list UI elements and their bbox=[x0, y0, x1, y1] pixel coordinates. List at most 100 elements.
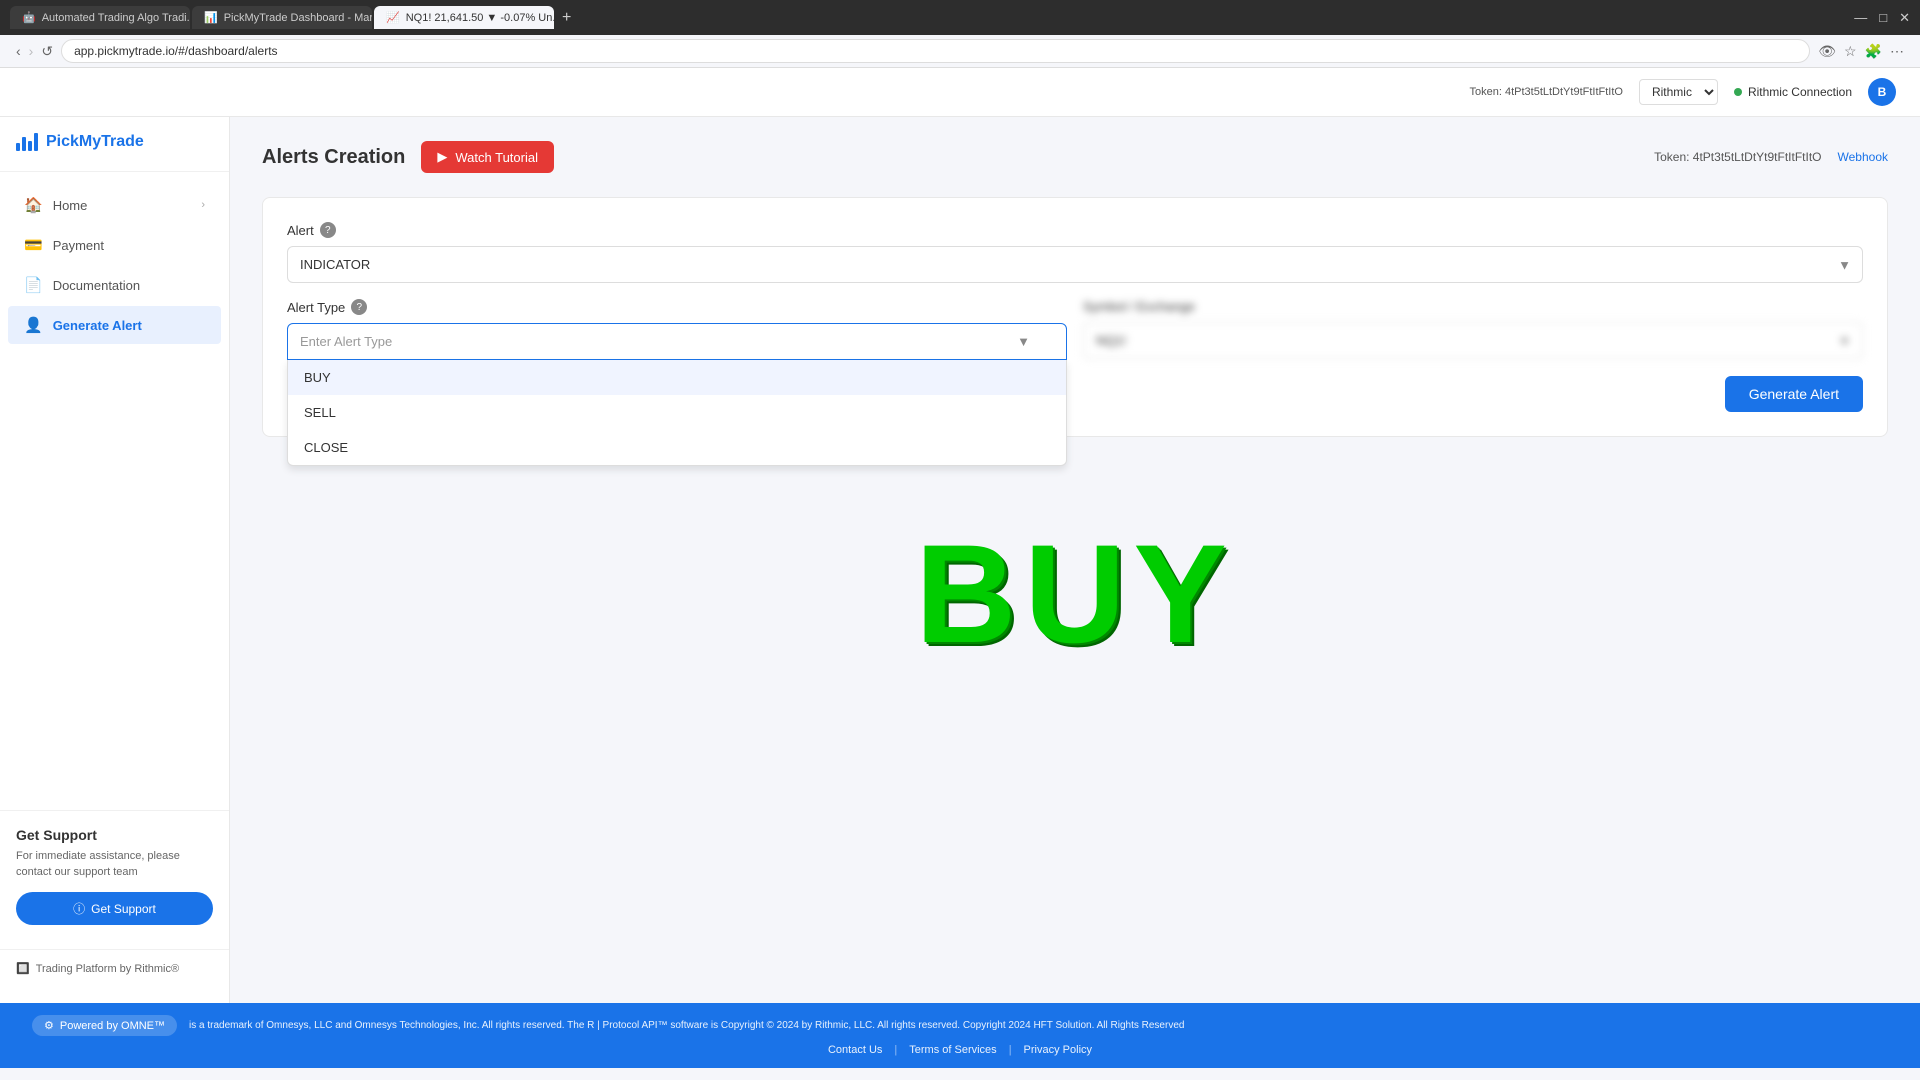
webhook-link[interactable]: Webhook bbox=[1838, 150, 1888, 164]
dropdown-item-close[interactable]: CLOSE bbox=[288, 430, 1066, 465]
user-avatar[interactable]: B bbox=[1868, 78, 1896, 106]
logo-bar-3 bbox=[28, 141, 32, 151]
alert-type-label: Alert Type ? bbox=[287, 299, 1067, 315]
omne-icon: ⚙ bbox=[44, 1019, 54, 1032]
broker-selector[interactable]: Rithmic bbox=[1639, 79, 1718, 105]
watch-tutorial-button[interactable]: ▶ Watch Tutorial bbox=[421, 141, 554, 173]
logo-bar-1 bbox=[16, 143, 20, 151]
alert-type-input[interactable]: Enter Alert Type ▼ bbox=[287, 323, 1067, 360]
connection-dot bbox=[1734, 88, 1742, 96]
dropdown-item-sell[interactable]: SELL bbox=[288, 395, 1066, 430]
page-header: Alerts Creation ▶ Watch Tutorial Token: … bbox=[262, 141, 1888, 173]
browser-action-icons: 👁 ☆ 🧩 ⋯ bbox=[1818, 43, 1904, 60]
sidebar-nav: 🏠 Home › 💳 Payment 📄 Documentation 👤 Gen… bbox=[0, 172, 229, 810]
form-grid: Alert Type ? Enter Alert Type ▼ BUY bbox=[287, 299, 1863, 360]
sidebar-item-documentation[interactable]: 📄 Documentation bbox=[8, 266, 221, 304]
broker-dropdown[interactable]: Rithmic bbox=[1639, 79, 1718, 105]
alert-label-text: Alert bbox=[287, 223, 314, 238]
separator-2: | bbox=[1009, 1044, 1012, 1056]
extensions-icon[interactable]: 🧩 bbox=[1865, 43, 1882, 60]
tab-1-label: Automated Trading Algo Tradi... bbox=[42, 12, 190, 24]
logo-icon bbox=[16, 133, 38, 151]
alert-type-label-text: Alert Type bbox=[287, 300, 345, 315]
connection-label: Rithmic Connection bbox=[1748, 85, 1852, 99]
home-arrow-icon: › bbox=[201, 199, 205, 211]
separator-1: | bbox=[894, 1044, 897, 1056]
blurred-select: NQ1! bbox=[1083, 322, 1863, 359]
get-support-button[interactable]: ⓘ Get Support bbox=[16, 892, 213, 925]
tab-2-label: PickMyTrade Dashboard - Mar... bbox=[224, 12, 372, 24]
forward-button[interactable]: › bbox=[29, 43, 34, 60]
play-icon: ▶ bbox=[437, 149, 447, 165]
close-window-button[interactable]: ✕ bbox=[1899, 10, 1910, 26]
generate-alert-button[interactable]: Generate Alert bbox=[1725, 376, 1863, 412]
blurred-select-wrapper: NQ1! ▼ bbox=[1083, 322, 1863, 359]
alert-type-help-icon[interactable]: ? bbox=[351, 299, 367, 315]
dropdown-buy-label: BUY bbox=[304, 370, 331, 385]
sidebar-item-generate-alert[interactable]: 👤 Generate Alert bbox=[8, 306, 221, 344]
powered-by-text: Powered by OMNE™ bbox=[60, 1020, 165, 1032]
trading-platform-badge: 🔲 Trading Platform by Rithmic® bbox=[0, 949, 229, 987]
reader-icon[interactable]: 👁 bbox=[1818, 43, 1836, 60]
dropdown-item-buy[interactable]: BUY bbox=[288, 360, 1066, 395]
logo-text: PickMyTrade bbox=[46, 133, 144, 151]
buy-text: BUY bbox=[262, 513, 1888, 675]
footer-copyright: is a trademark of Omnesys, LLC and Omnes… bbox=[189, 1020, 1888, 1031]
logo-bar-2 bbox=[22, 137, 26, 151]
page-title: Alerts Creation bbox=[262, 146, 405, 169]
sidebar-item-payment[interactable]: 💳 Payment bbox=[8, 226, 221, 264]
address-input[interactable] bbox=[61, 39, 1810, 63]
more-icon[interactable]: ⋯ bbox=[1890, 43, 1904, 60]
browser-tab-3[interactable]: 📈 NQ1! 21,641.50 ▼ -0.07% Un... ✕ bbox=[374, 6, 554, 29]
sidebar-logo: PickMyTrade bbox=[0, 133, 229, 172]
browser-window-controls: — □ ✕ bbox=[1854, 10, 1910, 26]
bookmark-icon[interactable]: ☆ bbox=[1844, 43, 1857, 60]
blurred-chevron-icon: ▼ bbox=[1838, 333, 1851, 348]
dropdown-sell-label: SELL bbox=[304, 405, 336, 420]
sidebar-item-home[interactable]: 🏠 Home › bbox=[8, 186, 221, 224]
generate-alert-icon: 👤 bbox=[24, 316, 43, 334]
alert-type-placeholder: Enter Alert Type bbox=[300, 334, 392, 349]
add-tab-button[interactable]: + bbox=[556, 9, 577, 27]
browser-tab-1[interactable]: 🤖 Automated Trading Algo Tradi... ✕ bbox=[10, 6, 190, 29]
tab-3-label: NQ1! 21,641.50 ▼ -0.07% Un... bbox=[406, 12, 554, 24]
app-header: Token: 4tPt3t5tLtDtYt9tFtItFtItO Rithmic… bbox=[0, 68, 1920, 117]
tab-2-favicon: 📊 bbox=[204, 11, 218, 24]
alert-select[interactable]: INDICATOR bbox=[287, 246, 1863, 283]
trading-platform-label: Trading Platform by Rithmic® bbox=[36, 963, 179, 975]
terms-of-service-link[interactable]: Terms of Services bbox=[909, 1044, 996, 1056]
alert-field-group: Alert ? INDICATOR ▼ bbox=[287, 222, 1863, 283]
footer: ⚙ Powered by OMNE™ is a trademark of Omn… bbox=[0, 1003, 1920, 1068]
refresh-button[interactable]: ↺ bbox=[41, 43, 53, 60]
logo-bar-4 bbox=[34, 133, 38, 151]
home-icon: 🏠 bbox=[24, 196, 43, 214]
alert-form: Alert ? INDICATOR ▼ Alert bbox=[262, 197, 1888, 437]
powered-by-badge: ⚙ Powered by OMNE™ bbox=[32, 1015, 177, 1036]
rithmic-icon: 🔲 bbox=[16, 962, 30, 975]
sidebar-item-home-label: Home bbox=[53, 198, 88, 213]
payment-icon: 💳 bbox=[24, 236, 43, 254]
minimize-button[interactable]: — bbox=[1854, 10, 1867, 25]
tab-1-favicon: 🤖 bbox=[22, 11, 36, 24]
privacy-policy-link[interactable]: Privacy Policy bbox=[1024, 1044, 1092, 1056]
back-button[interactable]: ‹ bbox=[16, 43, 21, 60]
buy-display: BUY bbox=[262, 453, 1888, 735]
support-title: Get Support bbox=[16, 827, 213, 843]
watch-tutorial-label: Watch Tutorial bbox=[455, 150, 538, 165]
header-token: Token: 4tPt3t5tLtDtYt9tFtItFtItO bbox=[1470, 86, 1623, 98]
browser-tabs: 🤖 Automated Trading Algo Tradi... ✕ 📊 Pi… bbox=[10, 6, 1846, 29]
maximize-button[interactable]: □ bbox=[1879, 10, 1887, 25]
page-header-right: Token: 4tPt3t5tLtDtYt9tFtItFtItO Webhook bbox=[1654, 150, 1888, 164]
browser-chrome: 🤖 Automated Trading Algo Tradi... ✕ 📊 Pi… bbox=[0, 0, 1920, 35]
footer-links: Contact Us | Terms of Services | Privacy… bbox=[32, 1044, 1888, 1056]
contact-us-link[interactable]: Contact Us bbox=[828, 1044, 882, 1056]
address-bar: ‹ › ↺ 👁 ☆ 🧩 ⋯ bbox=[0, 35, 1920, 68]
tab-3-favicon: 📈 bbox=[386, 11, 400, 24]
nav-buttons: ‹ › ↺ bbox=[16, 43, 53, 60]
app-layout: PickMyTrade 🏠 Home › 💳 Payment 📄 Documen… bbox=[0, 117, 1920, 1003]
sidebar-item-documentation-label: Documentation bbox=[53, 278, 140, 293]
browser-tab-2[interactable]: 📊 PickMyTrade Dashboard - Mar... ✕ bbox=[192, 6, 372, 29]
sidebar-support: Get Support For immediate assistance, pl… bbox=[0, 810, 229, 941]
alert-help-icon[interactable]: ? bbox=[320, 222, 336, 238]
blurred-label-1: Symbol / Exchange bbox=[1083, 299, 1863, 314]
